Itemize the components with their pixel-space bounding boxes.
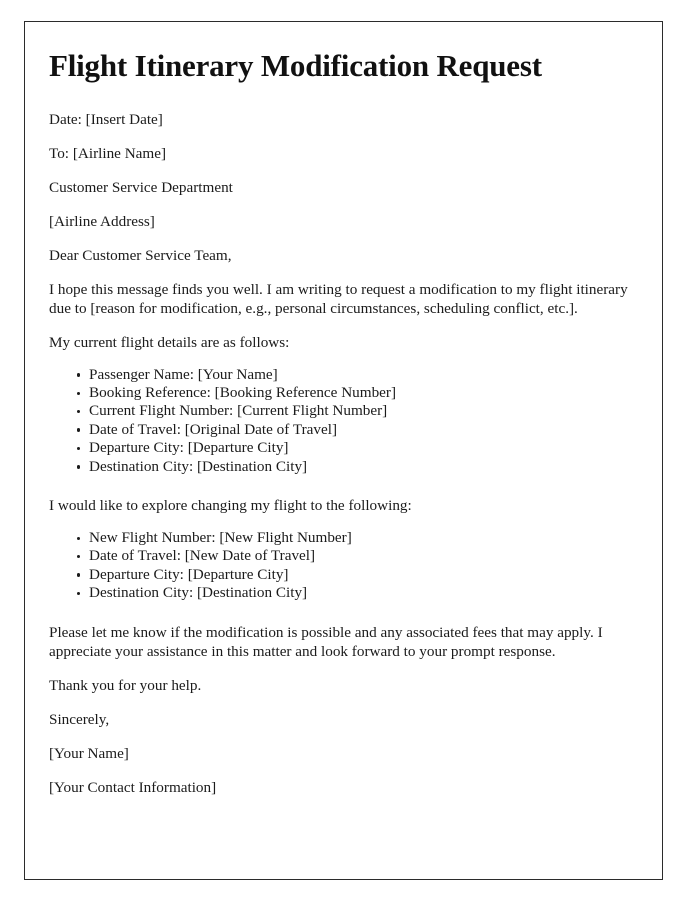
signature-name: [Your Name]	[49, 744, 129, 762]
sign-off-line: Sincerely,	[49, 710, 110, 728]
list-item-label: Booking Reference: [Booking Reference Nu…	[89, 384, 397, 402]
requested-changes-list: New Flight Number: [New Flight Number] D…	[49, 529, 632, 603]
intro-paragraph: I hope this message finds you well. I am…	[49, 280, 628, 317]
bullet-icon	[77, 428, 81, 432]
list-item: Departure City: [Departure City]	[49, 566, 632, 584]
address-line: [Airline Address]	[49, 212, 155, 230]
list-item-label: Destination City: [Destination City]	[89, 457, 308, 475]
bullet-icon	[77, 573, 81, 577]
signature-contact: [Your Contact Information]	[49, 778, 217, 796]
list-item: Destination City: [Destination City]	[49, 458, 632, 476]
document-page-frame: Flight Itinerary Modification Request Da…	[24, 21, 663, 880]
list-item: Passenger Name: [Your Name]	[49, 366, 632, 384]
list-item-label: Departure City: [Departure City]	[89, 439, 289, 457]
list-item-label: Passenger Name: [Your Name]	[89, 365, 278, 383]
list-item-label: Destination City: [Destination City]	[89, 584, 308, 602]
list-item: Current Flight Number: [Current Flight N…	[49, 402, 632, 420]
bullet-icon	[77, 591, 81, 596]
thanks-line: Thank you for your help.	[49, 676, 202, 694]
bullet-icon	[77, 409, 81, 414]
list-item: Departure City: [Departure City]	[49, 439, 632, 457]
page-title: Flight Itinerary Modification Request	[49, 48, 542, 83]
bullet-icon	[77, 536, 81, 540]
list-item: Date of Travel: [New Date of Travel]	[49, 547, 632, 565]
current-flight-details-list: Passenger Name: [Your Name] Booking Refe…	[49, 366, 632, 476]
list-item-label: Date of Travel: [Original Date of Travel…	[89, 420, 338, 438]
list-item: Booking Reference: [Booking Reference Nu…	[49, 384, 632, 402]
list-item: Destination City: [Destination City]	[49, 584, 632, 602]
salutation-line: Dear Customer Service Team,	[49, 246, 232, 264]
date-line: Date: [Insert Date]	[49, 110, 163, 128]
list-item-label: Date of Travel: [New Date of Travel]	[89, 547, 316, 565]
list-item: New Flight Number: [New Flight Number]	[49, 529, 632, 547]
document-body: Flight Itinerary Modification Request Da…	[49, 48, 632, 812]
bullet-icon	[77, 465, 81, 469]
list-item-label: Current Flight Number: [Current Flight N…	[89, 402, 388, 420]
bullet-icon	[77, 554, 81, 559]
department-line: Customer Service Department	[49, 178, 233, 196]
closing-paragraph: Please let me know if the modification i…	[49, 623, 603, 660]
list-item-label: New Flight Number: [New Flight Number]	[89, 529, 352, 547]
list-item: Date of Travel: [Original Date of Travel…	[49, 421, 632, 439]
bullet-icon	[77, 391, 81, 395]
recipient-line: To: [Airline Name]	[49, 144, 167, 162]
requested-changes-heading: I would like to explore changing my flig…	[49, 497, 412, 515]
bullet-icon	[77, 446, 81, 451]
bullet-icon	[77, 373, 81, 377]
current-details-heading: My current flight details are as follows…	[49, 333, 290, 351]
list-item-label: Departure City: [Departure City]	[89, 565, 289, 583]
